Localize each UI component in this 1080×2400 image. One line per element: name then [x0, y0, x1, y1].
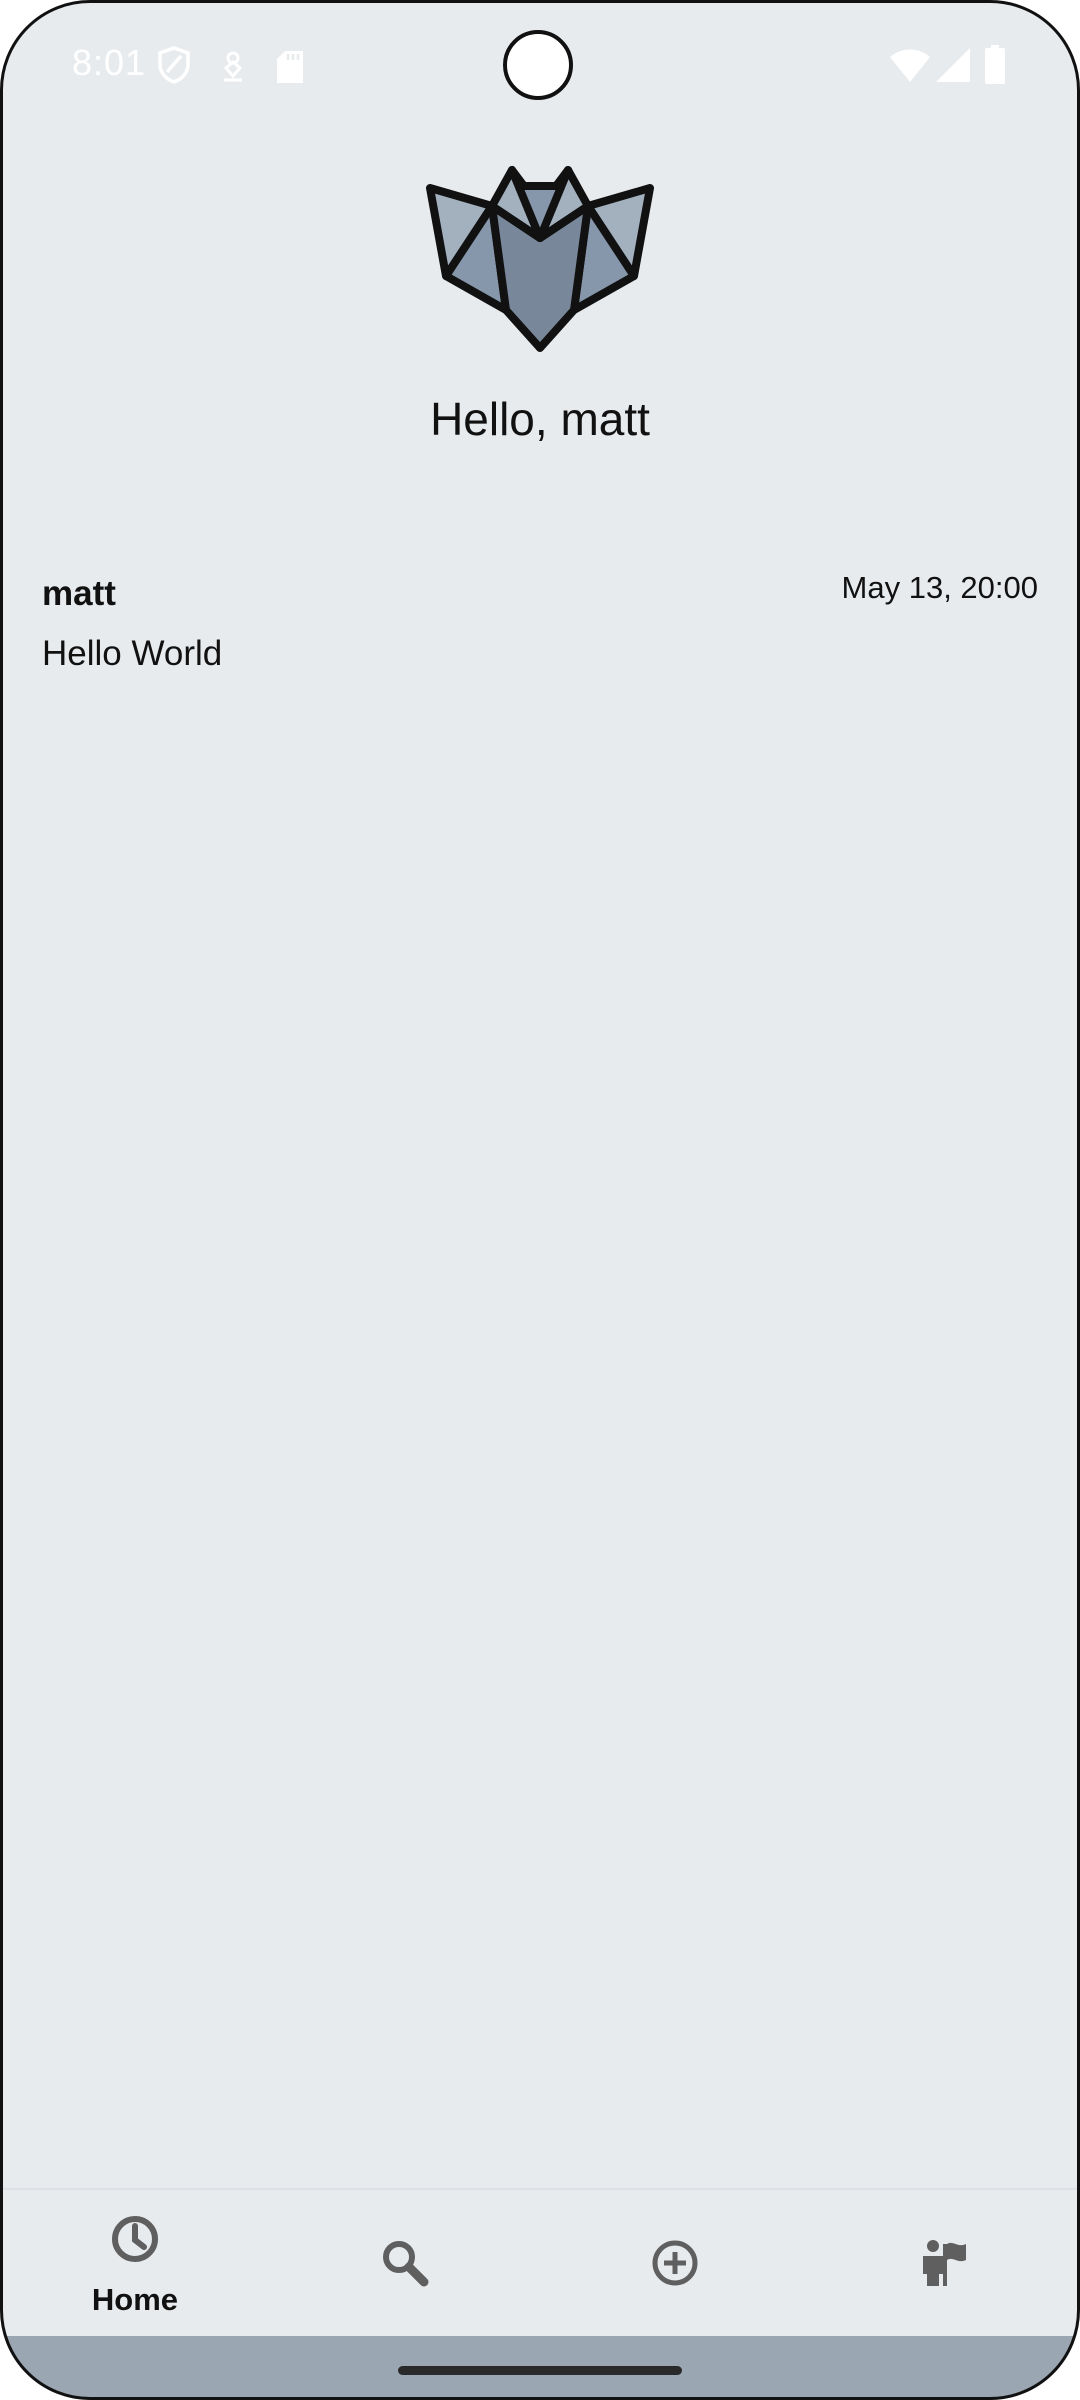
gesture-navigation-bar: [0, 2336, 1080, 2400]
nav-item-profile[interactable]: [810, 2190, 1080, 2338]
bottom-navigation: Home: [0, 2188, 1080, 2336]
battery-icon: [985, 45, 1005, 84]
list-item[interactable]: matt May 13, 20:00 Hello World: [42, 570, 1038, 704]
profile-flag-icon: [923, 2240, 966, 2286]
wifi-icon: [890, 49, 930, 82]
add-circle-icon: [652, 2240, 698, 2286]
camera-cutout: [503, 30, 573, 100]
app-screen: 8:01 Hello, matt matt May 13, 20:00 Hell…: [0, 0, 1080, 2400]
greeting-title: Hello, matt: [430, 393, 650, 445]
bat-logo-icon: [426, 166, 654, 352]
signal-icon: [936, 48, 970, 82]
sd-card-icon: [277, 51, 303, 83]
location-icon: [223, 51, 243, 82]
post-author: matt: [42, 574, 116, 613]
clock-icon: [112, 2216, 158, 2262]
status-time: 8:01: [72, 42, 147, 83]
nav-item-search[interactable]: [270, 2190, 540, 2338]
post-body: Hello World: [42, 634, 223, 673]
post-timestamp: May 13, 20:00: [841, 570, 1038, 605]
home-gesture-handle[interactable]: [398, 2366, 682, 2375]
nav-item-home[interactable]: Home: [0, 2190, 270, 2338]
search-icon: [383, 2241, 429, 2287]
nav-label-home: Home: [91, 2282, 179, 2317]
nav-item-add[interactable]: [540, 2190, 810, 2338]
shield-icon: [158, 46, 190, 84]
